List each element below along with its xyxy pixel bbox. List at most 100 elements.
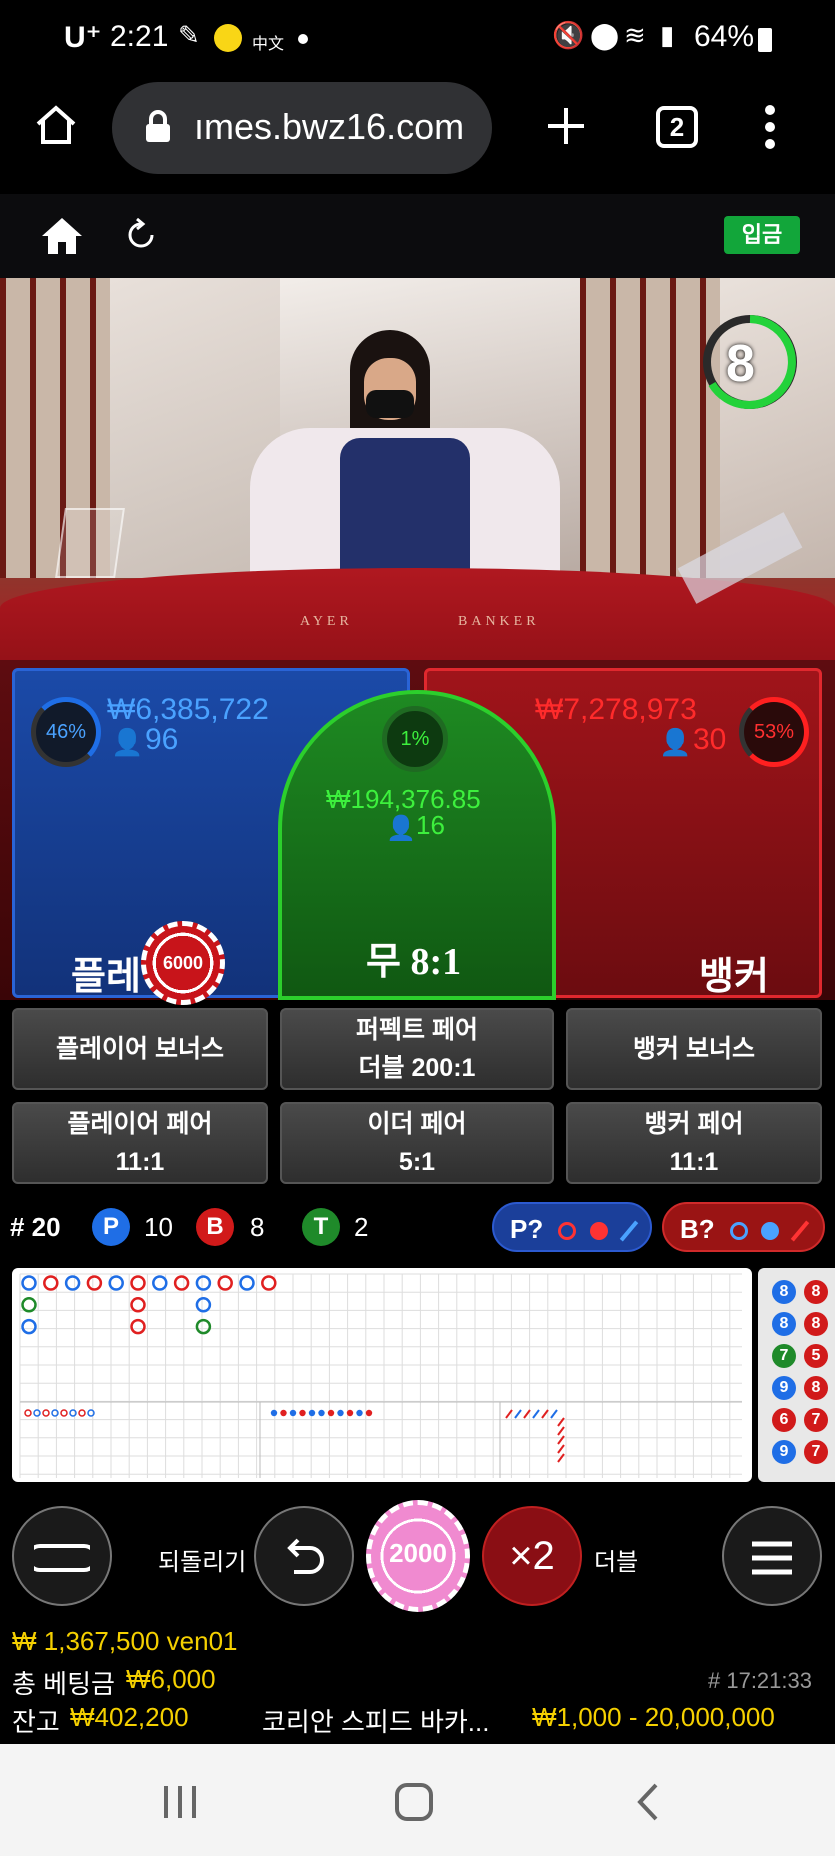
double-label: 더블 <box>594 1549 639 1576</box>
cockroach-mark <box>557 1444 565 1454</box>
big-eye-mark <box>33 1409 41 1417</box>
small-road-mark <box>318 1409 325 1417</box>
small-road-mark <box>365 1409 373 1417</box>
player-bonus-button[interactable]: 플레이어 보너스 <box>12 1008 268 1090</box>
road-mark <box>86 1275 103 1291</box>
bet-limits: ₩1,000 - 20,000,000 <box>532 1702 775 1732</box>
clock: 2:21 <box>110 20 169 53</box>
banker-bonus-button[interactable]: 뱅커 보너스 <box>566 1008 822 1090</box>
road-mark <box>21 1275 37 1291</box>
site-home-icon[interactable] <box>40 216 84 256</box>
table-view-button[interactable] <box>12 1506 112 1606</box>
road-mark <box>195 1297 212 1313</box>
carrier-label: U⁺ <box>64 21 102 54</box>
player-pair-button[interactable]: 플레이어 페어 11:1 <box>12 1102 268 1184</box>
road-mark <box>21 1318 37 1335</box>
menu-button[interactable] <box>722 1506 822 1606</box>
banker-bettor-count: 30 <box>693 723 727 756</box>
tie-dot: T <box>302 1208 340 1246</box>
side-bet-odds: 더블 200:1 <box>358 1054 476 1082</box>
banker-dot: B <box>196 1208 234 1246</box>
road-mark <box>130 1275 146 1291</box>
pill-icon: ✎ <box>178 20 200 50</box>
total-bet-value: ₩6,000 <box>126 1664 216 1694</box>
player-user-icon: 👤 <box>111 727 144 757</box>
small-road-mark <box>289 1409 297 1417</box>
address-bar[interactable]: ımes.bwz16.com <box>112 82 492 174</box>
signal-icon: ▮ <box>660 20 675 50</box>
double-button[interactable]: ×2 <box>482 1506 582 1606</box>
road-mark <box>195 1318 212 1335</box>
big-eye-mark <box>78 1409 86 1417</box>
bead-plate-number: 8 <box>804 1280 828 1304</box>
banker-percent: 53% <box>753 721 795 743</box>
battery-icon <box>758 28 772 52</box>
road-mark <box>43 1275 59 1291</box>
road-mark <box>130 1297 146 1313</box>
tab-switcher-button[interactable]: 2 <box>656 106 698 148</box>
back-icon[interactable] <box>636 1782 660 1822</box>
android-nav-bar <box>0 1744 835 1856</box>
tie-bettor-count: 16 <box>416 810 445 840</box>
tie-win-count: 2 <box>354 1212 369 1242</box>
dealer-vest <box>340 438 470 588</box>
recent-apps-icon[interactable] <box>160 1784 200 1820</box>
undo-button[interactable] <box>254 1506 354 1606</box>
deposit-button[interactable]: 입금 <box>724 216 800 254</box>
card-discard <box>55 508 125 578</box>
location-icon: ⬤ <box>590 20 620 50</box>
cockroach-mark <box>532 1409 540 1419</box>
cockroach-mark <box>541 1409 549 1419</box>
bead-plate-number: 8 <box>804 1376 828 1400</box>
site-navbar: 입금 <box>0 194 835 278</box>
new-tab-icon[interactable] <box>546 106 586 146</box>
big-eye-mark <box>60 1409 68 1417</box>
banker-pair-button[interactable]: 뱅커 페어 11:1 <box>566 1102 822 1184</box>
bead-plate-number: 8 <box>772 1280 796 1304</box>
scoreboard-road[interactable] <box>12 1268 752 1482</box>
side-bet-odds: 11:1 <box>115 1148 165 1176</box>
small-road-mark <box>308 1409 316 1417</box>
player-amount: ₩6,385,722 <box>107 693 269 726</box>
perfect-pair-button[interactable]: 퍼펙트 페어 더블 200:1 <box>280 1008 554 1090</box>
bead-plate-number: 9 <box>772 1376 796 1400</box>
predict-solid-circle-icon <box>589 1222 608 1241</box>
table-text-player: AYER <box>300 614 353 629</box>
bead-plate-number: 7 <box>804 1440 828 1464</box>
predict-slash-icon <box>791 1220 810 1242</box>
total-bet-label: 총 베팅금 <box>12 1669 115 1699</box>
battery-percent: 64% <box>694 20 755 53</box>
player-predict-button[interactable]: P? <box>492 1202 652 1252</box>
either-pair-button[interactable]: 이더 페어 5:1 <box>280 1102 554 1184</box>
more-menu-icon[interactable] <box>762 104 778 150</box>
home-button-icon[interactable] <box>394 1782 434 1822</box>
banker-predict-label: B? <box>680 1214 715 1244</box>
round-time: # 17:21:33 <box>708 1668 812 1693</box>
dot-icon <box>298 34 308 44</box>
banker-user-icon: 👤 <box>659 727 692 757</box>
url-text: ımes.bwz16.com <box>194 106 465 147</box>
home-icon[interactable] <box>34 102 78 146</box>
side-bet-odds: 11:1 <box>669 1148 719 1176</box>
cockroach-mark <box>557 1426 565 1436</box>
banker-label: 뱅커 <box>699 956 769 998</box>
refresh-icon[interactable] <box>124 218 158 252</box>
side-bet-label: 플레이어 페어 <box>67 1110 213 1138</box>
bead-plate-side[interactable]: 887969 885877 <box>758 1268 835 1482</box>
side-bet-odds: 5:1 <box>398 1148 436 1176</box>
balance-value: ₩402,200 <box>70 1702 189 1732</box>
small-road-mark <box>356 1409 363 1417</box>
road-mark <box>261 1275 277 1291</box>
selected-chip[interactable]: 2000 <box>366 1500 470 1612</box>
tie-percent: 1% <box>400 728 430 750</box>
player-predict-label: P? <box>510 1214 544 1244</box>
side-bet-label: 이더 페어 <box>367 1110 467 1138</box>
wifi-icon: ≋ <box>624 20 646 50</box>
big-eye-mark <box>51 1409 59 1417</box>
status-bar: U⁺ 2:21 ✎ 中文 🔇 ⬤ ≋ ▮ 64% <box>0 0 835 78</box>
lattice-screen-right <box>580 278 720 578</box>
bead-plate-number: 8 <box>804 1312 828 1336</box>
undo-icon <box>287 1538 324 1574</box>
tie-bet-area[interactable]: 1% ₩194,376.85 👤 16 무 8:1 <box>278 690 556 1000</box>
banker-predict-button[interactable]: B? <box>662 1202 825 1252</box>
